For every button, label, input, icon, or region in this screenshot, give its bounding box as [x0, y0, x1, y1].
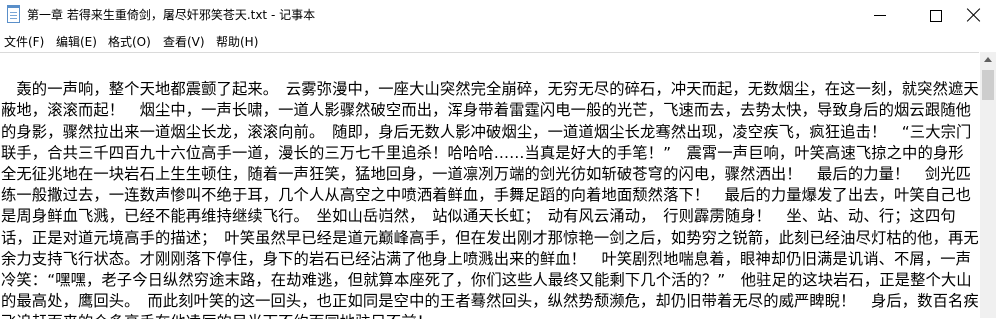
minimize-icon — [874, 15, 886, 16]
scroll-up-arrow-icon[interactable] — [980, 52, 996, 68]
menu-bar: 文件(F) 编辑(E) 格式(O) 查看(V) 帮助(H) — [0, 31, 996, 51]
document-text[interactable]: 轰的一声响，整个天地都震颤了起来。 云雾弥漫中，一座大山突然完全崩碎，无穷无尽的… — [1, 58, 979, 319]
menu-view[interactable]: 查看(V) — [163, 33, 205, 50]
scroll-thumb[interactable] — [982, 70, 994, 100]
title-bar: 第一章 若得来生重倚剑，屠尽奸邪笑苍天.txt - 记事本 — [0, 0, 996, 31]
close-icon — [967, 8, 981, 22]
notepad-icon — [7, 5, 20, 23]
menu-format[interactable]: 格式(O) — [108, 33, 151, 50]
minimize-button[interactable] — [858, 0, 904, 31]
window-title: 第一章 若得来生重倚剑，屠尽奸邪笑苍天.txt - 记事本 — [27, 8, 316, 22]
close-button[interactable] — [950, 0, 996, 31]
vertical-scrollbar[interactable] — [980, 52, 996, 318]
maximize-icon — [930, 10, 942, 22]
menu-file[interactable]: 文件(F) — [4, 33, 44, 50]
menu-edit[interactable]: 编辑(E) — [56, 33, 97, 50]
text-editor[interactable]: 轰的一声响，整个天地都震颤了起来。 云雾弥漫中，一座大山突然完全崩碎，无穷无尽的… — [0, 52, 979, 319]
menu-help[interactable]: 帮助(H) — [216, 33, 258, 50]
